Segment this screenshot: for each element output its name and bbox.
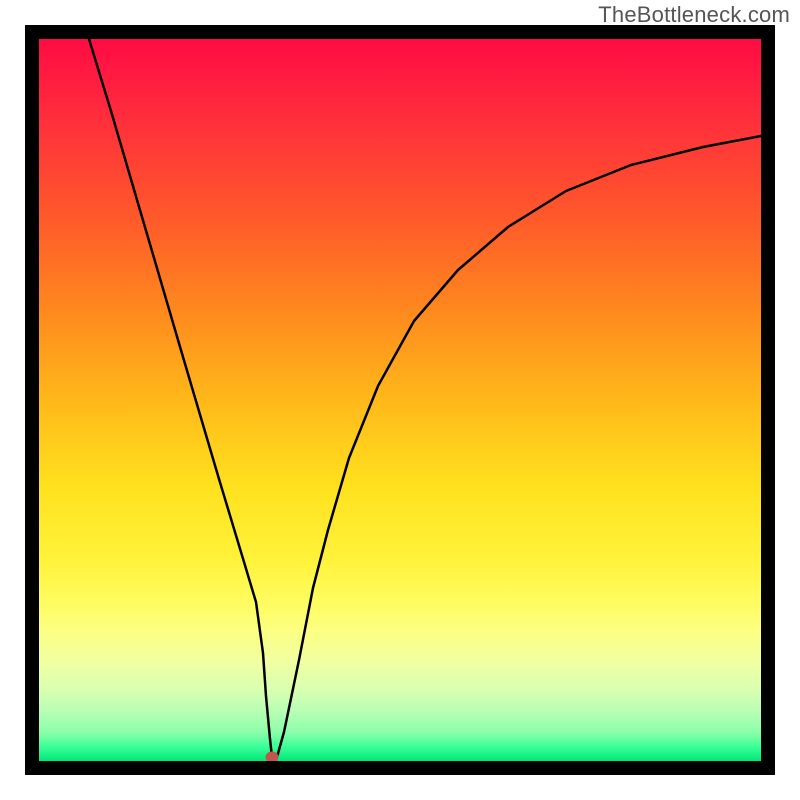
optimal-point-marker xyxy=(266,752,279,762)
plot-frame xyxy=(25,25,775,775)
bottleneck-curve xyxy=(89,39,761,757)
chart-container: TheBottleneck.com xyxy=(0,0,800,800)
watermark-text: TheBottleneck.com xyxy=(598,2,790,28)
curve-layer xyxy=(39,39,761,761)
